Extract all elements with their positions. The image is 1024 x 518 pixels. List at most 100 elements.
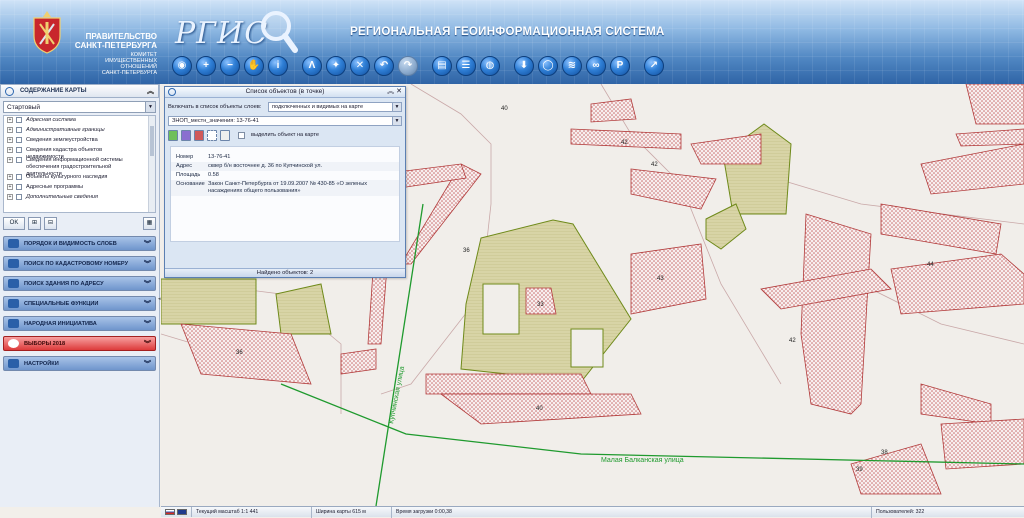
parcel-number-label: 42	[621, 140, 628, 146]
layer-checkbox[interactable]	[16, 194, 22, 200]
comment-icon[interactable]: ◯	[538, 56, 558, 76]
field-value: 13-76-41	[208, 154, 231, 160]
parcel-number-label: 42	[789, 338, 796, 344]
zoom-out-icon[interactable]: −	[220, 56, 240, 76]
gov-name-line1: ПРАВИТЕЛЬСТВО	[85, 32, 157, 41]
layer-item[interactable]: + Адресная система	[4, 116, 155, 126]
russian-flag-icon[interactable]	[165, 509, 175, 515]
accordion-label: ВЫБОРЫ 2018	[24, 340, 66, 347]
chevron-down-icon[interactable]: ︾	[144, 279, 151, 289]
expand-all-icon[interactable]: ⊞	[28, 216, 41, 230]
expand-icon[interactable]: +	[7, 137, 13, 143]
chevron-down-icon[interactable]: ︾	[144, 239, 151, 249]
accordion-label: ПОИСК ПО КАДАСТРОВОМУ НОМЕРУ	[24, 260, 129, 267]
layer-item[interactable]: + Сведения информационной системы обеспеч…	[4, 156, 155, 177]
chevron-down-icon[interactable]: ︾	[144, 339, 151, 349]
expand-icon[interactable]: +	[7, 127, 13, 133]
field-label: Основание	[176, 181, 205, 187]
committee-line: САНКТ-ПЕТЕРБУРГА	[101, 70, 157, 76]
layer-label: Адресные программы	[26, 184, 84, 190]
layer-checkbox[interactable]	[16, 174, 22, 180]
tree-options-icon[interactable]: ▦	[143, 216, 156, 230]
include-layers-select[interactable]: подключенных и видимых на карте ▼	[268, 101, 402, 112]
layer-tree-scrollbar[interactable]	[148, 116, 155, 212]
chevron-down-icon[interactable]: ▼	[392, 102, 401, 111]
chevron-down-icon[interactable]: ︾	[144, 319, 151, 329]
field-label: Площадь	[176, 172, 201, 178]
expand-icon[interactable]: +	[7, 117, 13, 123]
acc-settings[interactable]: НАСТРОЙКИ ︾	[3, 356, 156, 371]
layer-checkbox[interactable]	[16, 157, 22, 163]
chevron-down-icon[interactable]: ▼	[145, 102, 155, 112]
back-icon[interactable]: ↶	[374, 56, 394, 76]
layer-checkbox[interactable]	[16, 137, 22, 143]
zoom-in-icon[interactable]: +	[196, 56, 216, 76]
clear-icon[interactable]: ✕	[350, 56, 370, 76]
expand-icon[interactable]: +	[7, 157, 13, 163]
copy-icon[interactable]	[220, 129, 230, 141]
popup-titlebar[interactable]: Список объектов (в точке) ︽ ✕	[165, 87, 405, 98]
print-icon[interactable]: ▤	[432, 56, 452, 76]
rss-icon[interactable]: ≋	[562, 56, 582, 76]
highlight-checkbox[interactable]	[238, 131, 245, 139]
ok-button[interactable]: OK	[3, 216, 25, 230]
layer-checkbox[interactable]	[16, 184, 22, 190]
rgis-logo[interactable]: РГИС	[175, 16, 268, 51]
collapse-all-icon[interactable]: ⊟	[44, 216, 57, 230]
acc-cadastral-search[interactable]: ПОИСК ПО КАДАСТРОВОМУ НОМЕРУ ︾	[3, 256, 156, 271]
parcel-number-label: 38	[881, 450, 888, 456]
expand-icon[interactable]: +	[7, 194, 13, 200]
close-icon[interactable]: ✕	[396, 88, 402, 95]
government-name: ПРАВИТЕЛЬСТВО САНКТ-ПЕТЕРБУРГА	[62, 32, 157, 50]
layer-item[interactable]: + Сведения кадастра объектов недвижимости	[4, 146, 155, 160]
hand-icon[interactable]: ✋	[244, 56, 264, 76]
chevron-down-icon[interactable]: ︾	[144, 299, 151, 309]
globe-icon[interactable]: ◍	[480, 56, 500, 76]
field-label: Номер	[176, 154, 194, 160]
export-icon[interactable]: ↗	[644, 56, 664, 76]
english-flag-icon[interactable]	[177, 509, 187, 515]
parcel-number-label: 40	[536, 406, 543, 412]
export-pdf-icon[interactable]	[194, 129, 204, 141]
expand-icon[interactable]: +	[7, 147, 13, 153]
collapse-up-icon[interactable]: ︽	[147, 86, 154, 96]
scrollbar-thumb[interactable]	[150, 126, 154, 156]
expand-icon[interactable]: +	[7, 174, 13, 180]
layer-checkbox[interactable]	[16, 127, 22, 133]
layer-item[interactable]: + Сведения землеустройства	[4, 136, 155, 146]
list-icon[interactable]: ☰	[456, 56, 476, 76]
accordion-label: НАСТРОЙКИ	[24, 360, 59, 367]
acc-initiative[interactable]: НАРОДНАЯ ИНИЦИАТИВА ︾	[3, 316, 156, 331]
pan-icon[interactable]: ◉	[172, 56, 192, 76]
preset-select[interactable]: Стартовый ▼	[3, 101, 156, 113]
layer-checkbox[interactable]	[16, 117, 22, 123]
committee-name: КОМИТЕТ ИМУЩЕСТВЕННЫХ ОТНОШЕНИЙ САНКТ-ПЕ…	[62, 52, 157, 76]
popup-controls: ︽ ✕	[387, 87, 402, 97]
object-select[interactable]: ЗНОП_местн_значения: 13-76-41 ▼	[168, 115, 402, 126]
measure-icon[interactable]: Λ	[302, 56, 322, 76]
chevron-down-icon[interactable]: ▼	[392, 116, 401, 125]
expand-icon[interactable]: +	[7, 184, 13, 190]
layer-checkbox[interactable]	[16, 147, 22, 153]
select-area-icon[interactable]	[207, 129, 217, 141]
forward-icon[interactable]: ↷	[398, 56, 418, 76]
area-icon[interactable]: ✦	[326, 56, 346, 76]
map-content-header[interactable]: СОДЕРЖАНИЕ КАРТЫ ︽	[0, 84, 159, 98]
chevron-down-icon[interactable]: ︾	[144, 359, 151, 369]
layer-item[interactable]: + Объекты культурного наследия	[4, 173, 155, 183]
download-icon[interactable]: ⬇	[514, 56, 534, 76]
link-icon[interactable]: ∞	[586, 56, 606, 76]
acc-special[interactable]: СПЕЦИАЛЬНЫЕ ФУНКЦИИ ︾	[3, 296, 156, 311]
acc-layer-order[interactable]: ПОРЯДОК И ВИДИМОСТЬ СЛОЕВ ︾	[3, 236, 156, 251]
acc-elections[interactable]: ВЫБОРЫ 2018 ︾	[3, 336, 156, 351]
layer-item[interactable]: + Адресные программы	[4, 183, 155, 193]
chevron-down-icon[interactable]: ︾	[144, 259, 151, 269]
info-icon[interactable]: i	[268, 56, 288, 76]
parking-icon[interactable]: P	[610, 56, 630, 76]
layer-item[interactable]: + Административные границы	[4, 126, 155, 136]
collapse-icon[interactable]: ︽	[387, 88, 394, 95]
layer-item[interactable]: + Дополнительные сведения	[4, 193, 155, 203]
acc-address-search[interactable]: ПОИСК ЗДАНИЯ ПО АДРЕСУ ︾	[3, 276, 156, 291]
export-green-icon[interactable]	[168, 129, 178, 141]
export-purple-icon[interactable]	[181, 129, 191, 141]
